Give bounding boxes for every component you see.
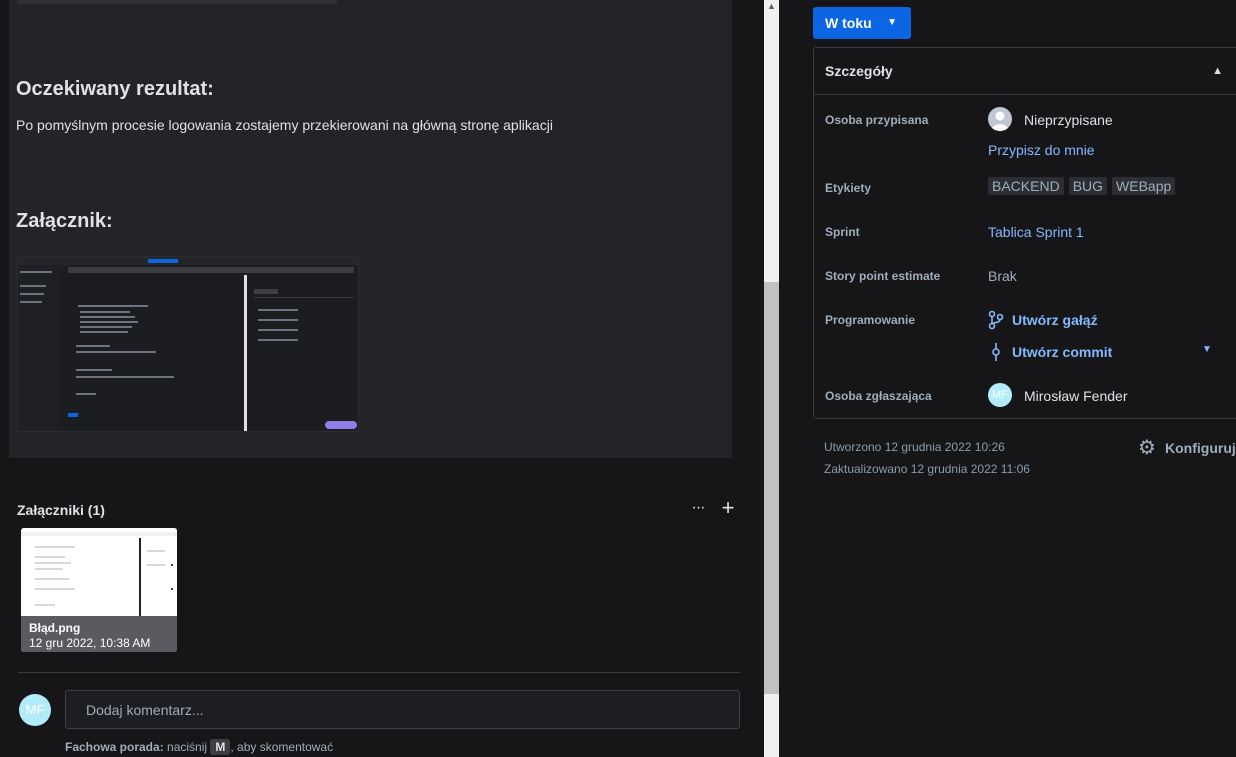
attachment-file-name: Błąd.png xyxy=(29,621,81,635)
story-point-value[interactable]: Brak xyxy=(988,268,1017,284)
labels-label: Etykiety xyxy=(825,181,872,195)
attachment-preview-image xyxy=(21,528,177,616)
story-point-label: Story point estimate xyxy=(825,269,941,283)
tip-text-post: , aby skomentować xyxy=(230,740,334,754)
comment-input[interactable]: Dodaj komentarz... xyxy=(65,690,740,729)
development-label: Programowanie xyxy=(825,313,916,327)
attachment-heading: Załącznik: xyxy=(16,210,113,232)
label-tag[interactable]: WEBapp xyxy=(1112,177,1176,195)
chevron-down-icon[interactable]: ▼ xyxy=(1202,344,1212,355)
comment-tip: Fachowa porada: naciśnij M, aby skomento… xyxy=(65,739,333,755)
embedded-screenshot-image[interactable] xyxy=(17,256,359,432)
issue-sidebar: W toku ▼ Szczegóły ▲ Osoba przypisana Ni… xyxy=(779,0,1236,757)
details-panel: Szczegóły ▲ Osoba przypisana Nieprzypisa… xyxy=(813,47,1236,419)
reporter-label: Osoba zgłaszająca xyxy=(825,389,932,403)
expected-result-heading: Oczekiwany rezultat: xyxy=(16,78,214,100)
tip-text-pre: naciśnij xyxy=(163,740,211,754)
description-card[interactable]: Oczekiwany rezultat: Po pomyślnym proces… xyxy=(9,0,732,458)
scroll-up-arrow-icon[interactable]: ▲ xyxy=(764,0,779,12)
create-branch-link[interactable]: Utwórz gałąź xyxy=(1012,312,1098,328)
section-divider xyxy=(18,672,740,673)
unassigned-avatar-icon xyxy=(988,107,1012,131)
chevron-down-icon: ▼ xyxy=(887,17,897,28)
git-branch-icon xyxy=(988,310,1004,333)
more-options-icon[interactable]: ··· xyxy=(689,499,707,519)
gear-icon[interactable]: ⚙ xyxy=(1138,437,1160,459)
assignee-label: Osoba przypisana xyxy=(825,113,929,127)
status-dropdown-button[interactable]: W toku ▼ xyxy=(813,7,911,39)
avatar: MF xyxy=(19,694,51,726)
labels-list[interactable]: BACKEND BUG WEBapp xyxy=(988,177,1180,195)
reporter-avatar: MF xyxy=(988,383,1012,407)
scrollbar-thumb[interactable] xyxy=(764,282,779,694)
assign-to-me-link[interactable]: Przypisz do mnie xyxy=(988,142,1095,158)
add-attachment-icon[interactable]: + xyxy=(719,497,737,519)
assignee-value[interactable]: Nieprzypisane xyxy=(1024,112,1113,128)
description-cut-off-line xyxy=(17,0,337,7)
sprint-label: Sprint xyxy=(825,225,860,239)
created-date: Utworzono 12 grudnia 2022 10:26 xyxy=(824,440,1005,454)
sprint-link[interactable]: Tablica Sprint 1 xyxy=(988,224,1084,240)
label-tag[interactable]: BUG xyxy=(1068,177,1108,195)
details-header[interactable]: Szczegóły ▲ xyxy=(814,48,1236,95)
attachment-file-info: Błąd.png 12 gru 2022, 10:38 AM xyxy=(21,616,177,652)
expected-result-text: Po pomyślnym procesie logowania zostajem… xyxy=(16,117,553,133)
details-title: Szczegóły xyxy=(825,63,893,79)
configure-button[interactable]: Konfiguruj xyxy=(1165,440,1236,456)
chevron-up-icon[interactable]: ▲ xyxy=(1212,48,1223,95)
scrollbar[interactable]: ▲ xyxy=(764,0,779,757)
status-label: W toku xyxy=(825,15,872,31)
git-commit-icon xyxy=(988,342,1004,365)
keyboard-shortcut-key: M xyxy=(210,739,231,755)
tip-bold-label: Fachowa porada: xyxy=(65,740,164,754)
create-commit-link[interactable]: Utwórz commit xyxy=(1012,344,1112,360)
issue-main-column: Oczekiwany rezultat: Po pomyślnym proces… xyxy=(0,0,764,757)
reporter-name[interactable]: Mirosław Fender xyxy=(1024,388,1127,404)
attachment-file-date: 12 gru 2022, 10:38 AM xyxy=(29,636,151,650)
label-tag[interactable]: BACKEND xyxy=(988,177,1064,195)
updated-date: Zaktualizowano 12 grudnia 2022 11:06 xyxy=(824,462,1030,476)
attachments-header: Załączniki (1) xyxy=(17,502,105,518)
attachment-file-card[interactable]: Błąd.png 12 gru 2022, 10:38 AM xyxy=(21,528,177,652)
